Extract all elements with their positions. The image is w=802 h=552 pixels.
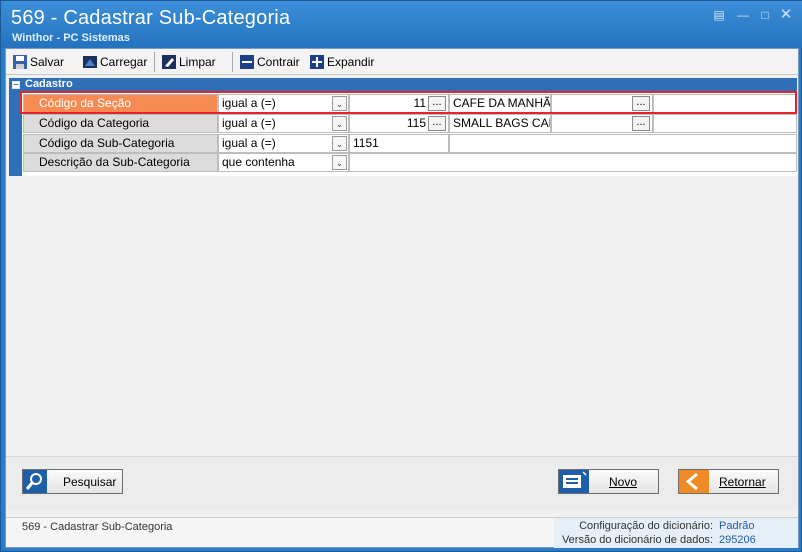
collapse-label: Contrair bbox=[257, 55, 300, 69]
load-label: Carregar bbox=[100, 55, 148, 69]
collapse-toggle-icon[interactable]: – bbox=[12, 80, 20, 89]
window-title: 569 - Cadastrar Sub-Categoria bbox=[11, 7, 291, 29]
extra-field[interactable]: ... bbox=[551, 114, 653, 133]
status-bar: 569 - Cadastrar Sub-Categoria Configuraç… bbox=[6, 517, 798, 548]
save-button[interactable]: Salvar bbox=[12, 53, 64, 71]
return-label: Retornar bbox=[719, 475, 766, 489]
resize-icon[interactable]: ▤ bbox=[712, 8, 726, 22]
toolbar-divider bbox=[154, 52, 155, 72]
expand-label: Expandir bbox=[327, 55, 375, 69]
chevron-down-icon[interactable]: ⌄ bbox=[332, 96, 347, 111]
section-header[interactable]: – Cadastro bbox=[9, 78, 797, 92]
content-area: Salvar Carregar Limpar Contrair Expandir… bbox=[5, 48, 799, 548]
field-label: Descrição da Sub-Categoria bbox=[23, 153, 218, 172]
search-label: Pesquisar bbox=[63, 475, 117, 489]
window-subtitle: Winthor - PC Sistemas bbox=[12, 32, 130, 44]
dict-config-row: Configuração do dicionário: Padrão bbox=[554, 520, 798, 534]
title-bar: 569 - Cadastrar Sub-Categoria Winthor - … bbox=[1, 1, 802, 48]
clear-label: Limpar bbox=[179, 55, 216, 69]
operator-value: igual a (=) bbox=[222, 116, 276, 130]
eraser-icon bbox=[161, 54, 177, 70]
maximize-button[interactable]: □ bbox=[758, 8, 772, 22]
dictionary-info: Configuração do dicionário: Padrão Versã… bbox=[554, 518, 798, 548]
clear-button[interactable]: Limpar bbox=[161, 53, 216, 71]
operator-select[interactable]: igual a (=) ⌄ bbox=[218, 134, 349, 153]
expand-button[interactable]: Expandir bbox=[309, 53, 374, 71]
value-input[interactable]: 1151 bbox=[349, 134, 449, 153]
main-window: 569 - Cadastrar Sub-Categoria Winthor - … bbox=[0, 0, 802, 552]
back-arrow-icon bbox=[679, 470, 709, 493]
value-text: 115 bbox=[406, 116, 426, 130]
toolbar: Salvar Carregar Limpar Contrair Expandir bbox=[6, 49, 798, 75]
new-record-icon bbox=[559, 470, 589, 493]
dict-config-label: Configuração do dicionário: bbox=[579, 520, 713, 532]
section-gutter bbox=[9, 92, 22, 176]
filter-row-descricao: Descrição da Sub-Categoria que contenha … bbox=[23, 153, 797, 172]
chevron-down-icon[interactable]: ⌄ bbox=[332, 116, 347, 131]
dict-version-value: 295206 bbox=[719, 534, 756, 546]
lookup-button[interactable]: ... bbox=[428, 116, 446, 131]
operator-select[interactable]: igual a (=) ⌄ bbox=[218, 114, 349, 133]
filter-row-secao: Código da Seção igual a (=) ⌄ 11 ... CAF… bbox=[23, 94, 797, 113]
description-field: CAFE DA MANHÃ bbox=[449, 94, 551, 113]
trailing-field bbox=[449, 134, 797, 153]
new-label: Novo bbox=[609, 475, 638, 489]
operator-select[interactable]: igual a (=) ⌄ bbox=[218, 94, 349, 113]
trailing-field bbox=[653, 94, 797, 113]
value-input[interactable] bbox=[349, 153, 797, 172]
search-icon bbox=[23, 470, 53, 493]
filter-row-categoria: Código da Categoria igual a (=) ⌄ 115 ..… bbox=[23, 114, 797, 133]
value-input[interactable]: 11 ... bbox=[349, 94, 449, 113]
operator-value: igual a (=) bbox=[222, 96, 276, 110]
chevron-down-icon[interactable]: ⌄ bbox=[332, 136, 347, 151]
field-label: Código da Categoria bbox=[23, 114, 218, 133]
load-button[interactable]: Carregar bbox=[82, 53, 147, 71]
close-button[interactable]: ✕ bbox=[779, 7, 793, 22]
value-text: 11 bbox=[413, 96, 426, 110]
filter-grid: – Cadastro Código da Seção igual a (=) ⌄… bbox=[9, 78, 797, 176]
lookup-button[interactable]: ... bbox=[428, 96, 446, 111]
collapse-button[interactable]: Contrair bbox=[239, 53, 300, 71]
operator-select[interactable]: que contenha ⌄ bbox=[218, 153, 349, 172]
toolbar-divider bbox=[232, 52, 233, 72]
search-button[interactable]: Pesquisar bbox=[22, 469, 123, 494]
operator-value: que contenha bbox=[222, 155, 295, 169]
plus-icon bbox=[309, 54, 325, 70]
minus-icon bbox=[239, 54, 255, 70]
dict-config-value: Padrão bbox=[719, 520, 755, 532]
action-bar: Pesquisar Novo Retornar bbox=[6, 456, 798, 510]
save-label: Salvar bbox=[30, 55, 65, 69]
value-text: 1151 bbox=[353, 136, 379, 150]
field-label: Código da Sub-Categoria bbox=[23, 134, 218, 153]
extra-field[interactable]: ... bbox=[551, 94, 653, 113]
value-input[interactable]: 115 ... bbox=[349, 114, 449, 133]
new-button[interactable]: Novo bbox=[558, 469, 659, 494]
save-icon bbox=[12, 54, 28, 70]
field-label: Código da Seção bbox=[23, 94, 218, 113]
trailing-field bbox=[653, 114, 797, 133]
load-icon bbox=[82, 54, 98, 70]
lookup-button[interactable]: ... bbox=[632, 96, 650, 111]
dict-version-label: Versão do dicionário de dados: bbox=[561, 534, 713, 546]
dict-version-row: Versão do dicionário de dados: 295206 bbox=[554, 534, 798, 548]
section-title: Cadastro bbox=[25, 78, 73, 90]
chevron-down-icon[interactable]: ⌄ bbox=[332, 155, 347, 170]
status-screen-name: 569 - Cadastrar Sub-Categoria bbox=[22, 521, 173, 533]
minimize-button[interactable]: — bbox=[736, 8, 750, 22]
filter-row-subcategoria: Código da Sub-Categoria igual a (=) ⌄ 11… bbox=[23, 134, 797, 153]
return-button[interactable]: Retornar bbox=[678, 469, 779, 494]
lookup-button[interactable]: ... bbox=[632, 116, 650, 131]
operator-value: igual a (=) bbox=[222, 136, 276, 150]
description-field: SMALL BAGS CANINI bbox=[449, 114, 551, 133]
